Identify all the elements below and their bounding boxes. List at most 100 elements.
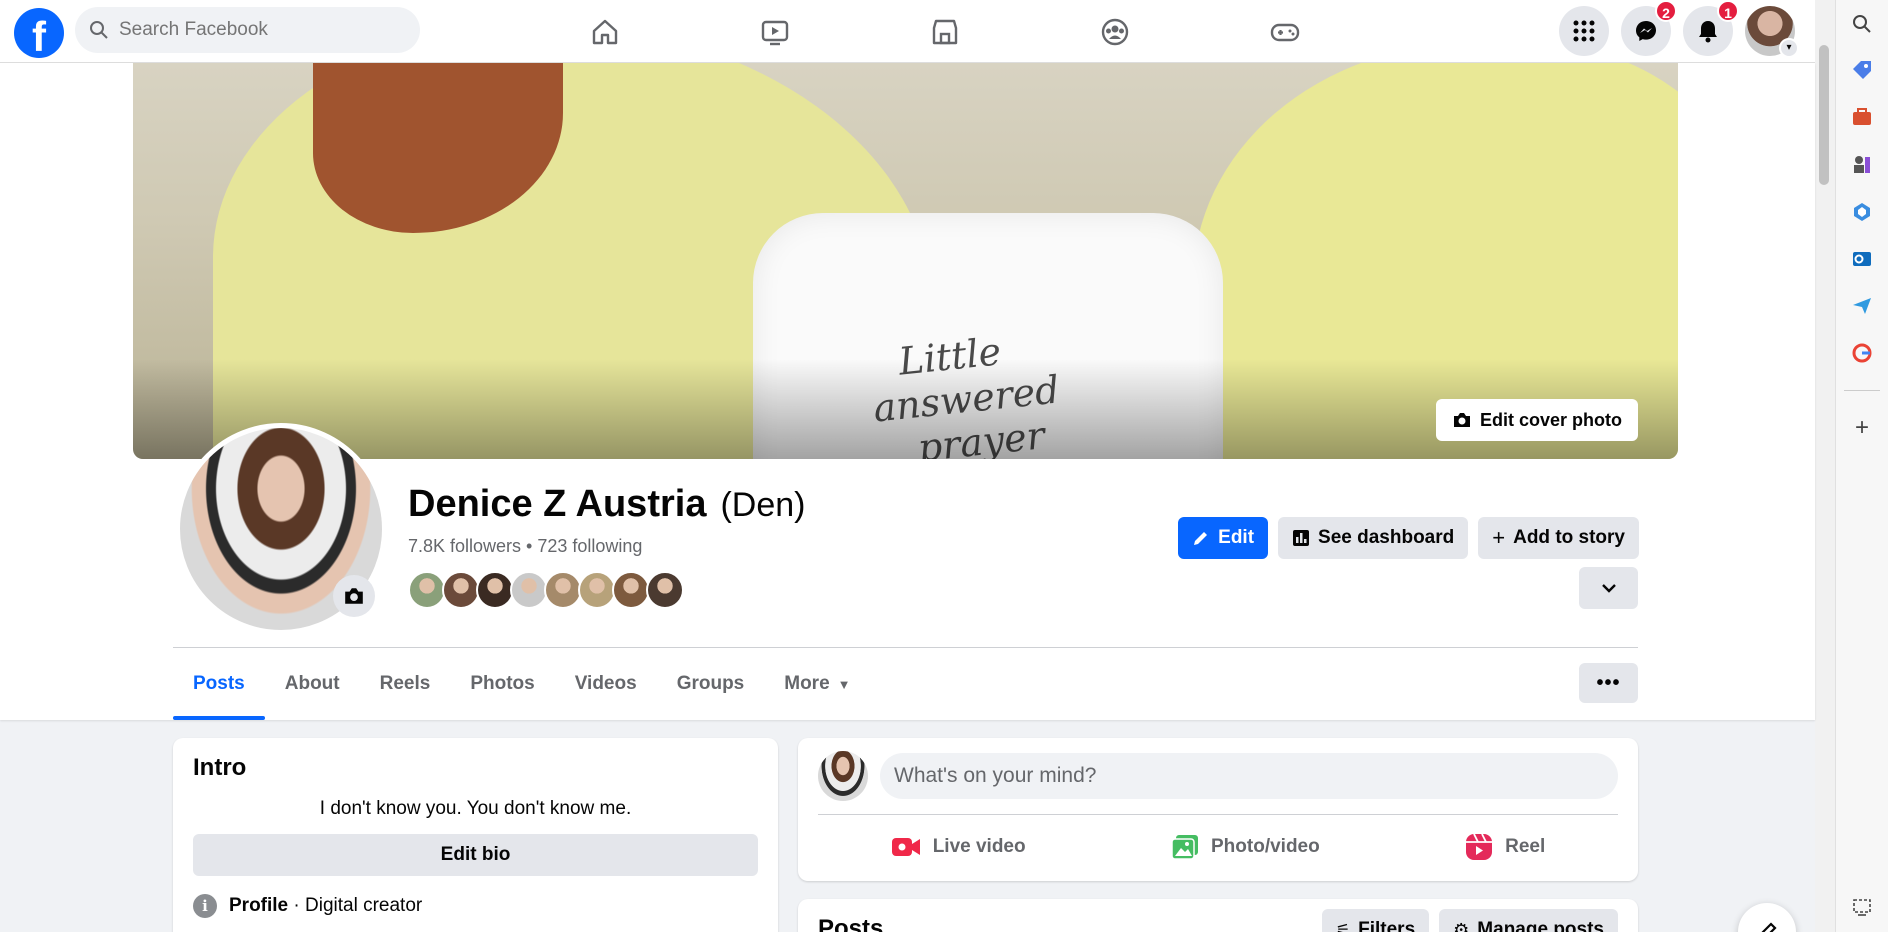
messenger-icon <box>1636 21 1656 41</box>
marketplace-icon <box>932 19 958 44</box>
composer-avatar[interactable] <box>818 751 868 801</box>
google-icon[interactable] <box>1850 341 1874 365</box>
composer-row: What's on your mind? <box>818 751 1618 801</box>
composer-divider <box>818 814 1618 815</box>
add-icon[interactable]: + <box>1850 414 1874 441</box>
profile-category: i Profile · Digital creator <box>193 894 758 918</box>
profile-more-button[interactable]: ••• <box>1579 663 1638 703</box>
plus-icon: + <box>1492 525 1506 550</box>
top-navigation-bar: f 2 1 ▾ <box>0 0 1815 63</box>
profile-header: Little answered prayer Edit cover photo … <box>0 63 1815 720</box>
messenger-button[interactable]: 2 <box>1621 0 1677 56</box>
screenshot-icon[interactable] <box>1850 895 1874 919</box>
filters-button[interactable]: ⚟ Filters <box>1321 909 1430 932</box>
whats-on-your-mind-input[interactable]: What's on your mind? <box>880 753 1618 799</box>
profile-tabs: Posts About Reels Photos Videos Groups M… <box>173 648 871 720</box>
edit-profile-label: Edit <box>1218 527 1255 548</box>
edit-bio-button[interactable]: Edit bio <box>193 834 758 876</box>
friend-avatar[interactable] <box>612 571 650 609</box>
tab-videos[interactable]: Videos <box>555 648 657 720</box>
gaming-icon <box>1270 23 1300 41</box>
tab-reels[interactable]: Reels <box>360 648 451 720</box>
menu-button[interactable] <box>1559 6 1609 56</box>
edit-cover-photo-button[interactable]: Edit cover photo <box>1435 399 1638 441</box>
search-box[interactable] <box>75 7 420 53</box>
notifications-button[interactable]: 1 <box>1683 0 1739 56</box>
filters-label: Filters <box>1358 919 1416 932</box>
search-icon <box>90 21 108 39</box>
see-dashboard-button[interactable]: See dashboard <box>1278 517 1469 559</box>
tab-more-label: More <box>784 673 830 694</box>
posts-card: Posts ⚟ Filters ⚙ Manage posts <box>798 899 1638 932</box>
bell-icon <box>1699 21 1717 43</box>
photo-video-label: Photo/video <box>1211 836 1320 857</box>
reel-button[interactable]: Reel <box>1465 825 1545 869</box>
friend-avatar[interactable] <box>408 571 446 609</box>
bar-chart-icon <box>1293 530 1310 546</box>
profile-category-label[interactable]: Profile <box>229 895 288 916</box>
cover-photo[interactable]: Little answered prayer Edit cover photo <box>133 63 1678 459</box>
profile-name: Denice Z Austria (Den) <box>408 483 805 526</box>
update-profile-picture-button[interactable] <box>333 575 375 617</box>
camera-icon <box>1453 413 1470 427</box>
tab-about[interactable]: About <box>265 648 360 720</box>
tab-posts[interactable]: Posts <box>173 648 265 720</box>
facebook-logo[interactable]: f <box>14 8 64 58</box>
grid-menu-icon <box>1573 20 1595 42</box>
send-icon[interactable] <box>1850 294 1874 318</box>
post-composer: What's on your mind? Live video Photo/vi… <box>798 738 1638 881</box>
friend-avatar[interactable] <box>442 571 480 609</box>
nav-groups[interactable] <box>1030 0 1200 63</box>
intro-title: Intro <box>193 754 247 781</box>
photo-icon <box>1171 835 1198 860</box>
more-profile-options-button[interactable] <box>1579 567 1638 609</box>
nav-marketplace[interactable] <box>860 0 1030 63</box>
profile-category-value: · Digital creator <box>288 895 423 916</box>
briefcase-icon[interactable] <box>1850 105 1874 129</box>
edit-profile-button[interactable]: Edit <box>1178 517 1269 559</box>
camera-icon <box>345 588 363 604</box>
tab-more[interactable]: More ▼ <box>764 648 870 720</box>
friend-avatar[interactable] <box>476 571 514 609</box>
reel-icon <box>1466 833 1493 860</box>
new-message-button[interactable] <box>1738 903 1796 932</box>
add-to-story-button[interactable]: + Add to story <box>1478 517 1639 559</box>
chess-icon[interactable] <box>1850 152 1874 176</box>
live-video-label: Live video <box>932 836 1026 857</box>
nav-gaming[interactable] <box>1200 0 1370 63</box>
friend-avatar[interactable] <box>578 571 616 609</box>
browser-sidebar: + <box>1835 0 1888 932</box>
outlook-icon[interactable] <box>1850 247 1874 271</box>
messenger-badge: 2 <box>1655 0 1677 22</box>
caret-down-icon: ▼ <box>837 676 851 692</box>
search-icon[interactable] <box>1850 12 1874 36</box>
search-input[interactable] <box>119 19 399 41</box>
follower-count[interactable]: 7.8K followers • 723 following <box>408 536 642 557</box>
tag-icon[interactable] <box>1850 58 1874 82</box>
profile-name-text: Denice Z Austria <box>408 483 707 525</box>
profile-category-text: Profile · Digital creator <box>229 895 422 917</box>
nav-home[interactable] <box>520 0 690 63</box>
live-video-button[interactable]: Live video <box>891 825 1026 869</box>
filter-icon: ⚟ <box>1335 922 1351 932</box>
friend-avatar[interactable] <box>544 571 582 609</box>
video-icon <box>761 20 789 45</box>
friend-avatar[interactable] <box>646 571 684 609</box>
copilot-icon[interactable] <box>1850 200 1874 224</box>
reel-label: Reel <box>1505 836 1546 857</box>
photo-video-button[interactable]: Photo/video <box>1171 825 1320 869</box>
gear-icon: ⚙ <box>1453 919 1470 932</box>
friend-avatars <box>408 571 684 609</box>
manage-posts-button[interactable]: ⚙ Manage posts <box>1439 909 1618 932</box>
scrollbar-thumb[interactable] <box>1819 45 1829 185</box>
account-avatar[interactable]: ▾ <box>1745 6 1799 58</box>
bio-text: I don't know you. You don't know me. <box>319 798 632 819</box>
live-video-icon <box>891 838 920 856</box>
tab-groups[interactable]: Groups <box>657 648 765 720</box>
tab-photos[interactable]: Photos <box>450 648 554 720</box>
nav-video[interactable] <box>690 0 860 63</box>
friend-avatar[interactable] <box>510 571 548 609</box>
see-dashboard-label: See dashboard <box>1318 527 1455 548</box>
pencil-icon <box>1194 532 1208 545</box>
profile-actions: Edit See dashboard + Add to story <box>1178 517 1639 559</box>
